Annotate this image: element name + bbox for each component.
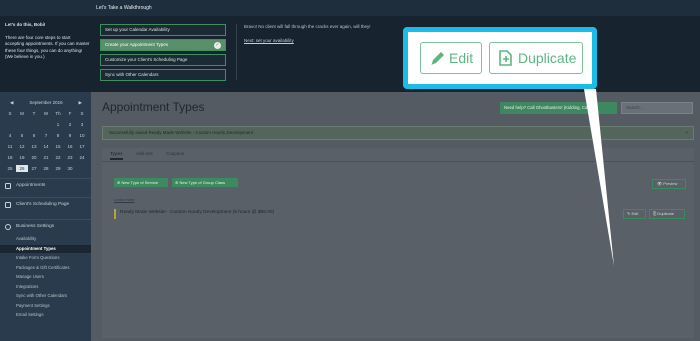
duplicate-icon: [499, 50, 512, 66]
zoom-callout: Edit Duplicate: [403, 27, 597, 89]
callout-duplicate-button[interactable]: Duplicate: [489, 42, 583, 74]
callout-duplicate-label: Duplicate: [518, 50, 577, 66]
pencil-icon: [431, 52, 444, 65]
pointer-wedge: [584, 89, 614, 266]
callout-edit-label: Edit: [449, 50, 474, 66]
callout-edit-button[interactable]: Edit: [420, 42, 482, 74]
